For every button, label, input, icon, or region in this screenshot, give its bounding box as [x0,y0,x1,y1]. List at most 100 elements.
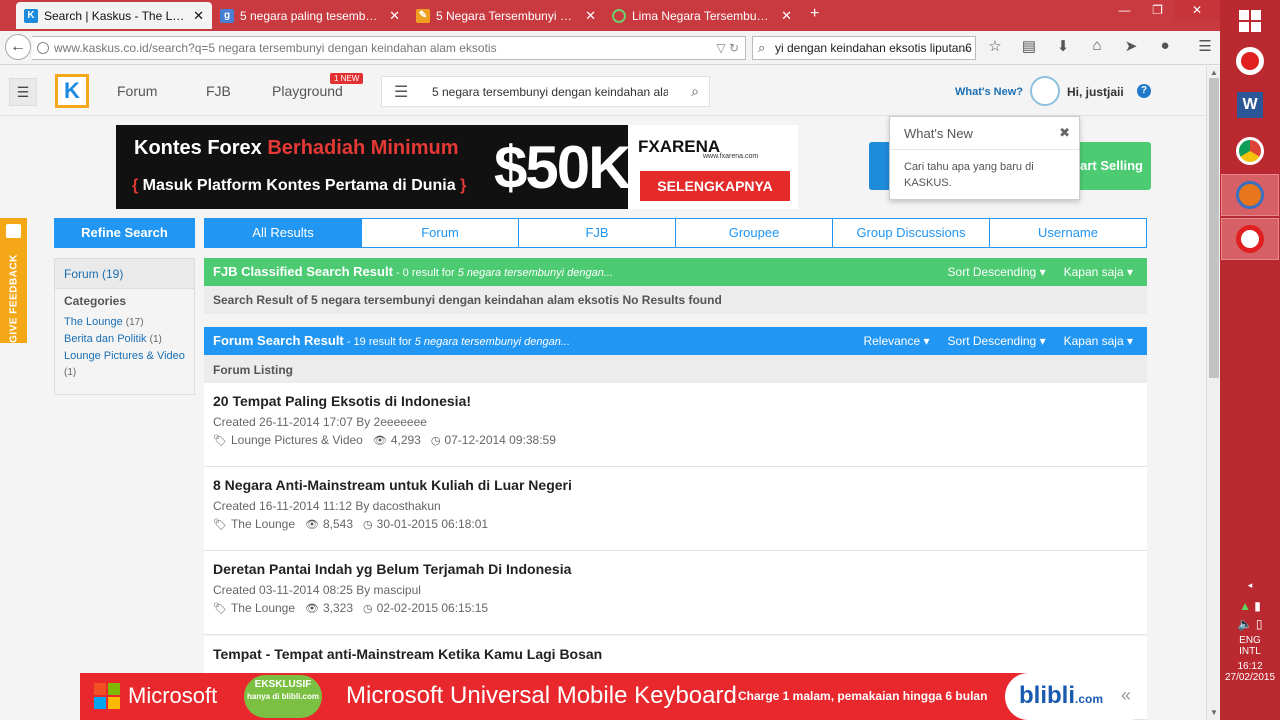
reload-icon[interactable]: ▽ ↻ [716,37,739,59]
feedback-label: GIVE FEEDBACK [8,254,20,343]
volume-icon[interactable]: 🔈 ▯ [1220,617,1280,631]
app-icon[interactable] [1221,218,1279,260]
scroll-up-icon[interactable]: ▲ [1210,68,1218,77]
scrollbar-thumb[interactable] [1209,78,1219,378]
close-tab-icon[interactable]: ✕ [389,8,400,24]
browser-search-bar[interactable]: ⌕ yi dengan keindahan eksotis liputan6 → [752,36,976,60]
tab-groupee[interactable]: Groupee [675,219,832,247]
forum-time-dropdown[interactable]: Kapan saja ▾ [1064,334,1133,348]
list-item: Deretan Pantai Indah yg Belum Terjamah D… [204,551,1147,635]
windows-logo-icon [1239,10,1261,32]
forum-result-header: Forum Search Result - 19 result for 5 ne… [204,327,1147,355]
menu-icon[interactable]: ☰ [1194,37,1216,55]
popover-body: Cari tahu apa yang baru di KASKUS. [904,161,1034,189]
tag-icon: 🏷 [213,435,227,447]
star-icon[interactable]: ☆ [984,37,1006,55]
tab-username[interactable]: Username [989,219,1146,247]
category-the-lounge[interactable]: The Lounge [64,316,123,328]
close-window-icon[interactable]: ✕ [1174,0,1220,20]
refine-sidebar: Forum (19) Categories The Lounge (17) Be… [54,258,195,395]
opera-icon[interactable] [1221,40,1279,82]
restore-icon[interactable]: ❐ [1141,0,1174,20]
word-icon[interactable]: W [1221,84,1279,126]
result-title-link[interactable]: Deretan Pantai Indah yg Belum Terjamah D… [213,561,1138,577]
close-tab-icon[interactable]: ✕ [585,8,596,24]
forex-banner-ad[interactable]: Kontes Forex Berhadiah Minimum { Masuk P… [116,125,798,209]
popover-close-icon[interactable]: ✖ [1059,125,1070,141]
result-category[interactable]: 🏷 Lounge Pictures & Video [213,433,363,447]
back-button[interactable]: ← [5,34,31,60]
fjb-sort-dropdown[interactable]: Sort Descending ▾ [948,265,1046,279]
clock[interactable]: 16:12 27/02/2015 [1220,661,1280,683]
download-icon[interactable]: ⬇ [1052,37,1074,55]
result-title-link[interactable]: 8 Negara Anti-Mainstream untuk Kuliah di… [213,477,1138,493]
close-tab-icon[interactable]: ✕ [781,8,792,24]
tab-google-search[interactable]: g 5 negara paling tesembunyi... ✕ [212,2,408,29]
category-lounge-pictures[interactable]: Lounge Pictures & Video [64,350,185,362]
page-scrollbar[interactable]: ▲ ▼ [1206,66,1220,720]
search-icon[interactable]: ⌕ [691,83,699,100]
forum-count-link[interactable]: Forum (19) [55,259,194,289]
minimize-icon[interactable]: — [1108,0,1141,20]
show-hidden-icons-icon[interactable]: ◂ [1220,580,1280,591]
tab-forum[interactable]: Forum [361,219,518,247]
banner-headline: Kontes Forex Berhadiah Minimum [134,137,459,159]
whats-new-link[interactable]: What's New? [955,86,1023,98]
fxarena-url: www.fxarena.com [703,153,759,160]
url-bar[interactable]: www.kaskus.co.id/search?q=5 negara terse… [32,36,746,60]
fjb-time-dropdown[interactable]: Kapan saja ▾ [1064,265,1133,279]
home-icon[interactable]: ⌂ [1086,37,1108,55]
fjb-sort-options: Sort Descending ▾ Kapan saja ▾ [948,265,1133,279]
ad-brand: Microsoft [128,683,218,708]
result-title-link[interactable]: 20 Tempat Paling Eksotis di Indonesia! [213,393,1138,409]
result-category[interactable]: 🏷 The Lounge [213,601,295,615]
refine-search-button[interactable]: Refine Search [54,218,195,248]
network-icon[interactable]: ▲ ▮ [1220,599,1280,613]
search-menu-icon[interactable]: ☰ [394,82,408,102]
tab-group-discussions[interactable]: Group Discussions [832,219,989,247]
side-menu-button[interactable]: ☰ [9,78,37,106]
start-button[interactable] [1221,0,1279,42]
result-category[interactable]: 🏷 The Lounge [213,517,295,531]
result-title-link[interactable]: Tempat - Tempat anti-Mainstream Ketika K… [213,646,1138,662]
scroll-down-icon[interactable]: ▼ [1210,708,1218,717]
new-tab-button[interactable]: + [810,5,819,23]
category-count: (1) [149,334,162,345]
close-tab-icon[interactable]: ✕ [193,8,204,24]
give-feedback-tab[interactable]: GIVE FEEDBACK [0,218,27,343]
result-last-post: ◷ 30-01-2015 06:18:01 [363,517,489,531]
user-greeting[interactable]: Hi, justjaii [1067,85,1124,99]
tab-kaskus-search[interactable]: K Search | Kaskus - The Large... ✕ [16,2,212,29]
nav-forum[interactable]: Forum [117,83,157,99]
search-go-icon[interactable]: → [959,37,971,59]
blog-favicon-icon: ✎ [416,8,430,23]
category-berita-politik[interactable]: Berita dan Politik [64,333,147,345]
start-selling-label: art Selling [1080,158,1143,173]
site-search-box[interactable]: ☰ 5 negara tersembunyi dengan keindahan … [381,76,710,107]
tab-article-2[interactable]: Lima Negara Tersembunyi ... ✕ [604,2,800,29]
chat-icon[interactable]: ● [1154,37,1176,55]
avatar[interactable] [1030,76,1060,106]
nav-playground[interactable]: Playground [272,83,343,99]
reading-list-icon[interactable]: ▤ [1018,37,1040,55]
banner-cta-button[interactable]: SELENGKAPNYA [640,171,790,201]
send-icon[interactable]: ➤ [1120,37,1142,55]
site-search-input[interactable]: 5 negara tersembunyi dengan keindahan al… [432,85,668,99]
tab-all-results[interactable]: All Results [205,219,361,247]
forum-sort-dropdown[interactable]: Sort Descending ▾ [948,334,1046,348]
microsoft-bottom-ad[interactable]: Microsoft EKSKLUSIF hanya di blibli.com M… [80,673,1133,720]
tab-title: 5 Negara Tersembunyi den... [436,8,578,23]
forum-relevance-dropdown[interactable]: Relevance ▾ [863,334,929,348]
ad-collapse-icon[interactable]: « [1121,685,1131,706]
nav-fjb[interactable]: FJB [206,83,231,99]
clock-icon: ◷ [363,603,373,615]
kaskus-logo[interactable]: K [55,74,89,108]
chrome-icon[interactable] [1221,130,1279,172]
tab-article-1[interactable]: ✎ 5 Negara Tersembunyi den... ✕ [408,2,604,29]
eye-icon: 👁 [305,519,319,531]
tab-fjb[interactable]: FJB [518,219,675,247]
firefox-icon[interactable] [1221,174,1279,216]
result-created: Created 16-11-2014 11:12 By dacosthakun [213,499,441,513]
language-indicator[interactable]: ENG INTL [1220,635,1280,657]
help-icon[interactable]: ? [1137,84,1151,98]
